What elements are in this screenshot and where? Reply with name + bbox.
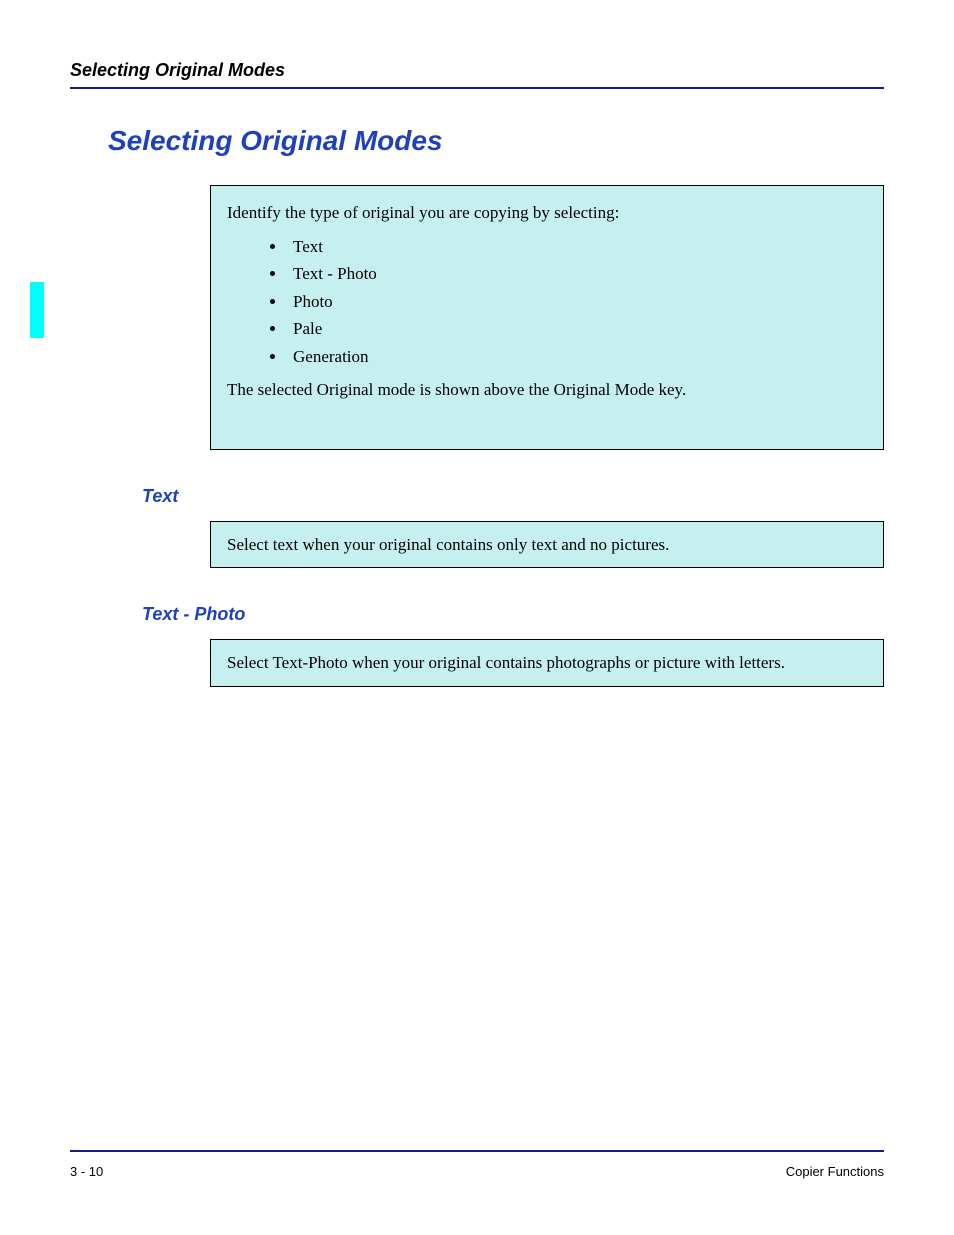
list-item: Pale: [287, 316, 867, 342]
list-item: Photo: [287, 289, 867, 315]
page: Selecting Original Modes Selecting Origi…: [0, 0, 954, 1235]
running-header: Selecting Original Modes: [70, 60, 884, 89]
intro-callout: Identify the type of original you are co…: [210, 185, 884, 450]
text-body: Select text when your original contains …: [227, 535, 669, 554]
text-photo-callout: Select Text-Photo when your original con…: [210, 639, 884, 687]
subsection-heading-text-photo: Text - Photo: [142, 604, 884, 625]
page-title: Selecting Original Modes: [108, 125, 884, 157]
subsection-heading-text: Text: [142, 486, 884, 507]
list-item: Text: [287, 234, 867, 260]
intro-tail: The selected Original mode is shown abov…: [227, 377, 867, 403]
intro-list: Text Text - Photo Photo Pale Generation: [287, 234, 867, 370]
page-number: 3 - 10: [70, 1164, 103, 1179]
text-photo-body: Select Text-Photo when your original con…: [227, 653, 785, 672]
text-callout: Select text when your original contains …: [210, 521, 884, 569]
list-item: Text - Photo: [287, 261, 867, 287]
list-item: Generation: [287, 344, 867, 370]
section-label: Copier Functions: [786, 1164, 884, 1179]
intro-lead: Identify the type of original you are co…: [227, 200, 867, 226]
footer: 3 - 10 Copier Functions: [70, 1150, 884, 1179]
